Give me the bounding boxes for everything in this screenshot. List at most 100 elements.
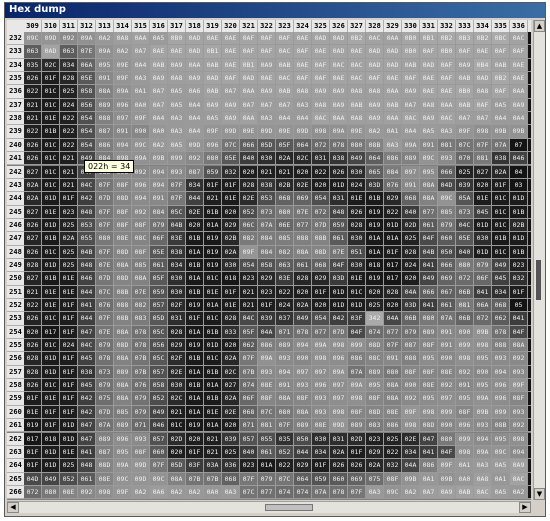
hex-cell[interactable]: 07C <box>222 138 240 153</box>
hex-cell[interactable]: 0A2 <box>150 138 168 153</box>
hex-cell[interactable]: 048 <box>330 205 348 219</box>
hex-cell[interactable]: 01 <box>528 258 531 273</box>
hex-cell[interactable]: 0AD <box>186 32 204 46</box>
hex-cell[interactable]: 01C <box>42 85 60 99</box>
hex-cell[interactable]: 092 <box>510 352 528 366</box>
hex-cell[interactable]: 045 <box>492 272 510 286</box>
hex-cell[interactable]: 02A <box>366 459 384 473</box>
hex-cell[interactable]: 0A1 <box>456 459 474 473</box>
hex-cell[interactable]: 02 <box>528 232 531 246</box>
hex-cell[interactable]: 054 <box>312 312 330 326</box>
hex-cell[interactable]: 094 <box>132 192 150 206</box>
hex-cell[interactable]: 028 <box>60 72 78 86</box>
hex-cell[interactable]: 054 <box>240 258 258 273</box>
hex-cell[interactable]: 01A <box>204 218 222 233</box>
hex-cell[interactable]: 033 <box>222 325 240 340</box>
hex-cell[interactable]: 0AE <box>438 85 456 99</box>
hex-cell[interactable]: 0AF <box>258 32 276 46</box>
hex-cell[interactable]: 01B <box>510 245 528 259</box>
hex-cell[interactable]: 01C <box>42 138 60 153</box>
hex-cell[interactable]: 095 <box>114 445 132 460</box>
hex-cell[interactable]: 0AB <box>204 85 222 99</box>
hex-cell[interactable]: 0A7 <box>474 112 492 126</box>
hex-cell[interactable]: 022 <box>60 112 78 126</box>
hex-cell[interactable]: 02A <box>330 445 348 460</box>
hex-cell[interactable]: 0A6 <box>150 485 168 500</box>
hex-cell[interactable]: 0A7 <box>402 98 420 113</box>
hex-cell[interactable]: 084 <box>258 245 276 259</box>
hex-cell[interactable]: 029 <box>258 272 276 286</box>
hex-cell[interactable]: 08A <box>420 178 438 193</box>
hex-cell[interactable]: 02B <box>276 178 294 193</box>
hex-cell[interactable]: 090 <box>402 379 420 393</box>
hex-cell[interactable]: 0A8 <box>348 112 366 126</box>
hex-cell[interactable]: 0A9 <box>330 98 348 113</box>
hex-cell[interactable]: 01C <box>204 312 222 326</box>
hex-cell[interactable]: 0AE <box>330 72 348 86</box>
hex-cell[interactable]: 0AD <box>384 58 402 73</box>
hex-cell[interactable]: 07B <box>240 365 258 380</box>
hex-cell[interactable]: 088 <box>492 339 510 353</box>
hex-cell[interactable]: 0A9 <box>258 85 276 99</box>
hex-cell[interactable]: 08D <box>366 339 384 353</box>
hex-cell[interactable]: 054 <box>78 138 96 153</box>
hex-cell[interactable]: 01F <box>384 245 402 259</box>
hex-cell[interactable]: 058 <box>258 258 276 273</box>
vertical-scrollbar[interactable]: ▲ ▼ <box>533 20 545 500</box>
row-header[interactable]: 232 <box>7 32 24 46</box>
hex-cell[interactable]: 049 <box>294 312 312 326</box>
hex-cell[interactable]: 034 <box>168 258 186 273</box>
hex-cell[interactable]: 08A <box>276 392 294 406</box>
hex-cell[interactable]: 027 <box>222 379 240 393</box>
row-header[interactable]: 240 <box>7 138 24 153</box>
hex-cell[interactable]: 017 <box>384 258 402 273</box>
hex-cell[interactable]: 0A8 <box>420 98 438 113</box>
hex-cell[interactable]: 0A5 <box>168 138 186 153</box>
hex-cell[interactable]: 01E <box>204 285 222 299</box>
hex-cell[interactable]: 072 <box>312 138 330 153</box>
hex-cell[interactable]: 0A3 <box>168 125 186 139</box>
hex-cell[interactable]: 0AD <box>204 72 222 86</box>
column-header[interactable]: 321 <box>240 20 258 32</box>
hex-cell[interactable]: 09A <box>132 152 150 166</box>
hex-cell[interactable]: 01F <box>24 445 42 460</box>
hex-cell[interactable]: 0A7 <box>276 98 294 113</box>
hex-cell[interactable]: 09F <box>114 72 132 86</box>
row-header[interactable]: 241 <box>7 152 24 166</box>
hex-cell[interactable]: 01D <box>330 285 348 299</box>
hex-cell[interactable]: 02 <box>528 192 531 206</box>
row-header[interactable]: 257 <box>7 365 24 380</box>
hex-cell[interactable]: 041 <box>78 445 96 460</box>
hex-cell[interactable]: 088 <box>294 232 312 246</box>
hex-cell[interactable]: 01F <box>258 299 276 313</box>
hex-cell[interactable]: 0A4 <box>186 125 204 139</box>
hex-cell[interactable]: 078 <box>96 352 114 366</box>
hex-cell[interactable]: 01E <box>60 285 78 299</box>
column-header[interactable]: 320 <box>222 20 240 32</box>
hex-cell[interactable]: 09A <box>114 85 132 99</box>
hex-cell[interactable]: 064 <box>366 152 384 166</box>
hex-cell[interactable]: 01D <box>330 299 348 313</box>
window-titlebar[interactable]: Hex dump <box>5 3 545 18</box>
hex-cell[interactable]: 072 <box>24 485 42 500</box>
hex-cell[interactable]: 063 <box>60 45 78 59</box>
hex-cell[interactable]: 0AD <box>240 72 258 86</box>
hex-cell[interactable]: 07A <box>438 312 456 326</box>
hex-cell[interactable]: 09A <box>348 379 366 393</box>
hex-cell[interactable]: 0AD <box>366 45 384 59</box>
hex-cell[interactable]: 08B <box>114 312 132 326</box>
hex-cell[interactable]: 071 <box>132 419 150 433</box>
hex-cell[interactable]: 02C <box>168 392 186 406</box>
hex-cell[interactable]: 047 <box>78 325 96 340</box>
hex-cell[interactable]: 07F <box>150 459 168 473</box>
hex-cell[interactable]: 01D <box>474 245 492 259</box>
hex-cell[interactable]: 0A <box>528 112 531 126</box>
hex-cell[interactable]: 01A <box>204 379 222 393</box>
hex-cell[interactable]: 01F <box>204 178 222 193</box>
hex-cell[interactable]: 021 <box>240 285 258 299</box>
hex-cell[interactable]: 09A <box>402 138 420 153</box>
hex-cell[interactable]: 04A <box>402 459 420 473</box>
hex-cell[interactable]: 057 <box>150 299 168 313</box>
row-header[interactable]: 233 <box>7 45 24 59</box>
hex-cell[interactable]: 026 <box>330 165 348 179</box>
